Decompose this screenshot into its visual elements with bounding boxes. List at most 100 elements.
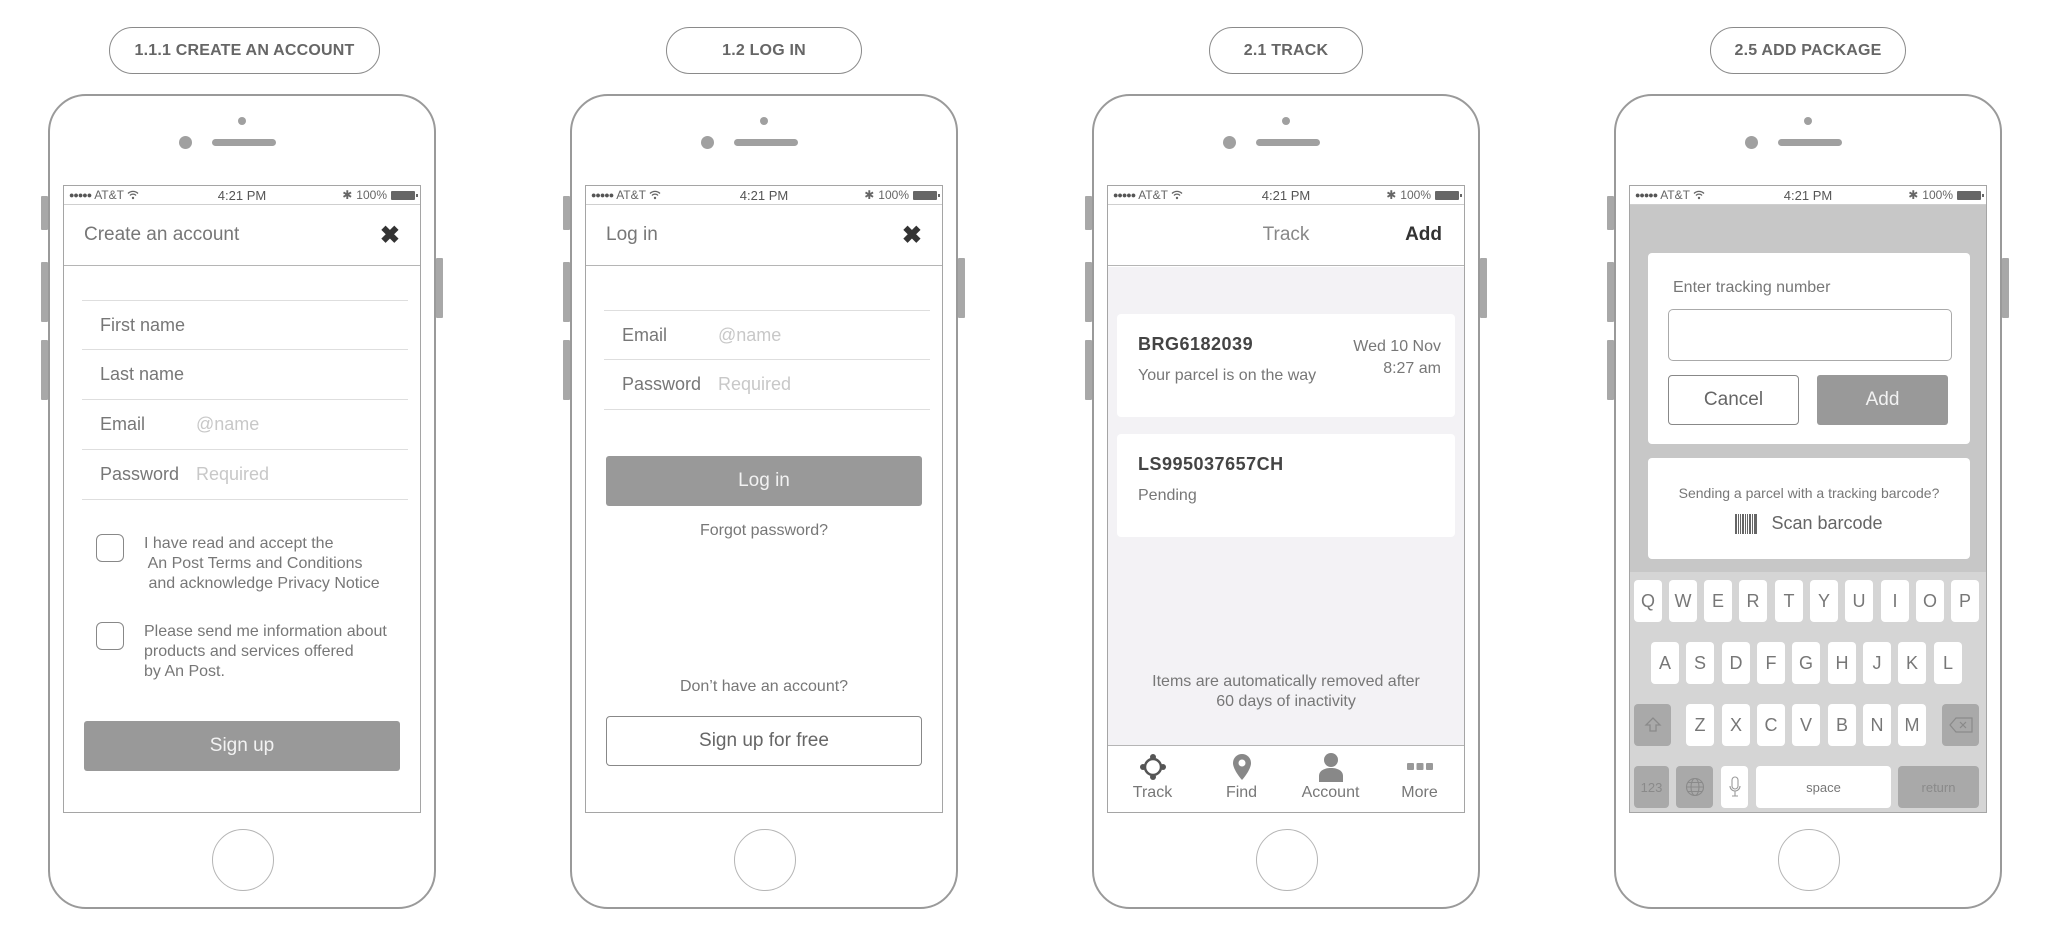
phone-frame: ●●●●● AT&T 4:21 PM ✱ 100% Track Add BRG6… — [1085, 94, 1487, 909]
parcel-card[interactable]: BRG6182039 Your parcel is on the way Wed… — [1117, 314, 1455, 417]
tracking-number-input[interactable] — [1668, 309, 1952, 361]
email-field[interactable]: Email @name — [604, 310, 930, 360]
key-s[interactable]: S — [1686, 642, 1714, 684]
home-button[interactable] — [1778, 829, 1840, 891]
screen-label: 2.5 ADD PACKAGE — [1710, 27, 1906, 74]
key-k[interactable]: K — [1898, 642, 1926, 684]
terms-checkbox[interactable] — [96, 534, 124, 562]
tab-account[interactable]: Account — [1286, 746, 1375, 812]
key-d[interactable]: D — [1722, 642, 1750, 684]
key-o[interactable]: O — [1916, 580, 1944, 622]
shift-key[interactable] — [1634, 704, 1671, 746]
key-u[interactable]: U — [1845, 580, 1873, 622]
field-label: Last name — [100, 364, 185, 384]
tab-bar: Track Find Account More — [1108, 745, 1464, 812]
key-t[interactable]: T — [1775, 580, 1803, 622]
email-field[interactable]: Email @name — [82, 400, 408, 450]
add-button[interactable]: Add — [1405, 224, 1442, 246]
key-z[interactable]: Z — [1686, 704, 1714, 746]
field-placeholder: Required — [196, 464, 270, 484]
delete-key[interactable] — [1942, 704, 1979, 746]
no-account-text: Don’t have an account? — [679, 678, 849, 695]
key-j[interactable]: J — [1863, 642, 1891, 684]
key-p[interactable]: P — [1951, 580, 1979, 622]
key-y[interactable]: Y — [1810, 580, 1838, 622]
page-title: Track — [1262, 224, 1310, 245]
close-icon[interactable]: ✖ — [380, 221, 400, 250]
sensor-dot — [1804, 117, 1812, 125]
scan-barcode-label: Scan barcode — [1771, 513, 1883, 533]
power-button — [958, 258, 965, 318]
key-q[interactable]: Q — [1634, 580, 1662, 622]
key-r[interactable]: R — [1739, 580, 1767, 622]
mic-key[interactable] — [1721, 766, 1748, 808]
field-label: Password — [100, 464, 180, 484]
key-a[interactable]: A — [1651, 642, 1679, 684]
phone-frame: ●●●●● AT&T 4:21 PM ✱ 100% Enter tracking… — [1607, 94, 2009, 909]
key-l[interactable]: L — [1934, 642, 1962, 684]
screen-track: 2.1 TRACK ●●●●● AT&T 4:21 PM ✱ 100% Trac… — [1044, 0, 1566, 942]
volume-down-button — [41, 340, 48, 400]
page-title: Create an account — [84, 224, 240, 245]
tab-track[interactable]: Track — [1108, 746, 1197, 812]
scan-barcode-button[interactable]: Scan barcode — [1648, 513, 1970, 534]
password-field[interactable]: Password Required — [82, 450, 408, 500]
add-tracking-dialog: Enter tracking number Cancel Add — [1648, 253, 1970, 444]
key-e[interactable]: E — [1704, 580, 1732, 622]
log-in-button[interactable]: Log in — [606, 456, 922, 506]
battery-percent: 100% — [1922, 188, 1953, 202]
key-w[interactable]: W — [1669, 580, 1697, 622]
key-f[interactable]: F — [1757, 642, 1785, 684]
sensor-dot — [760, 117, 768, 125]
sign-up-free-button[interactable]: Sign up for free — [606, 716, 922, 766]
space-key[interactable]: space — [1756, 766, 1891, 808]
key-h[interactable]: H — [1828, 642, 1856, 684]
close-icon[interactable]: ✖ — [902, 221, 922, 250]
phone-screen: ●●●●● AT&T 4:21 PM ✱ 100% Track Add BRG6… — [1107, 185, 1465, 813]
forgot-password-link[interactable]: Forgot password? — [586, 522, 942, 540]
phone-screen: ●●●●● AT&T 4:21 PM ✱ 100% Create an acco… — [63, 185, 421, 813]
screen-label: 2.1 TRACK — [1209, 27, 1363, 74]
crosshair-icon — [1139, 752, 1167, 782]
map-pin-icon — [1231, 752, 1253, 782]
numbers-key[interactable]: 123 — [1634, 766, 1669, 808]
key-c[interactable]: C — [1757, 704, 1785, 746]
password-field[interactable]: Password Required — [604, 360, 930, 410]
key-x[interactable]: X — [1722, 704, 1750, 746]
barcode-panel: Sending a parcel with a tracking barcode… — [1648, 458, 1970, 559]
key-n[interactable]: N — [1863, 704, 1891, 746]
key-v[interactable]: V — [1792, 704, 1820, 746]
key-b[interactable]: B — [1828, 704, 1856, 746]
battery-icon — [913, 190, 940, 200]
last-name-field[interactable]: Last name — [82, 350, 408, 400]
key-i[interactable]: I — [1881, 580, 1909, 622]
phone-screen: ●●●●● AT&T 4:21 PM ✱ 100% Enter tracking… — [1629, 185, 1987, 813]
home-button[interactable] — [734, 829, 796, 891]
return-key[interactable]: return — [1898, 766, 1979, 808]
first-name-field[interactable]: First name — [82, 300, 408, 350]
home-button[interactable] — [212, 829, 274, 891]
add-button[interactable]: Add — [1817, 375, 1948, 425]
mute-switch — [1085, 196, 1092, 230]
tab-label: Track — [1132, 784, 1173, 801]
home-button[interactable] — [1256, 829, 1318, 891]
globe-key[interactable] — [1676, 766, 1713, 808]
marketing-consent: Please send me information about product… — [64, 622, 420, 682]
parcel-list: BRG6182039 Your parcel is on the way Wed… — [1108, 267, 1464, 745]
tab-label: Account — [1301, 784, 1360, 801]
parcel-date: Wed 10 Nov — [1353, 338, 1441, 355]
sign-up-button[interactable]: Sign up — [84, 721, 400, 771]
globe-icon — [1685, 777, 1704, 797]
parcel-card[interactable]: LS995037657CH Pending — [1117, 434, 1455, 537]
bluetooth-icon: ✱ — [342, 188, 353, 202]
cancel-button[interactable]: Cancel — [1668, 375, 1799, 425]
marketing-checkbox[interactable] — [96, 622, 124, 650]
login-form: Email @name Password Required — [586, 310, 942, 410]
tab-more[interactable]: More — [1375, 746, 1464, 812]
key-m[interactable]: M — [1898, 704, 1926, 746]
field-placeholder: @name — [196, 414, 260, 434]
tab-find[interactable]: Find — [1197, 746, 1286, 812]
key-g[interactable]: G — [1792, 642, 1820, 684]
status-bar: ●●●●● AT&T 4:21 PM ✱ 100% — [586, 186, 942, 205]
power-button — [1480, 258, 1487, 318]
